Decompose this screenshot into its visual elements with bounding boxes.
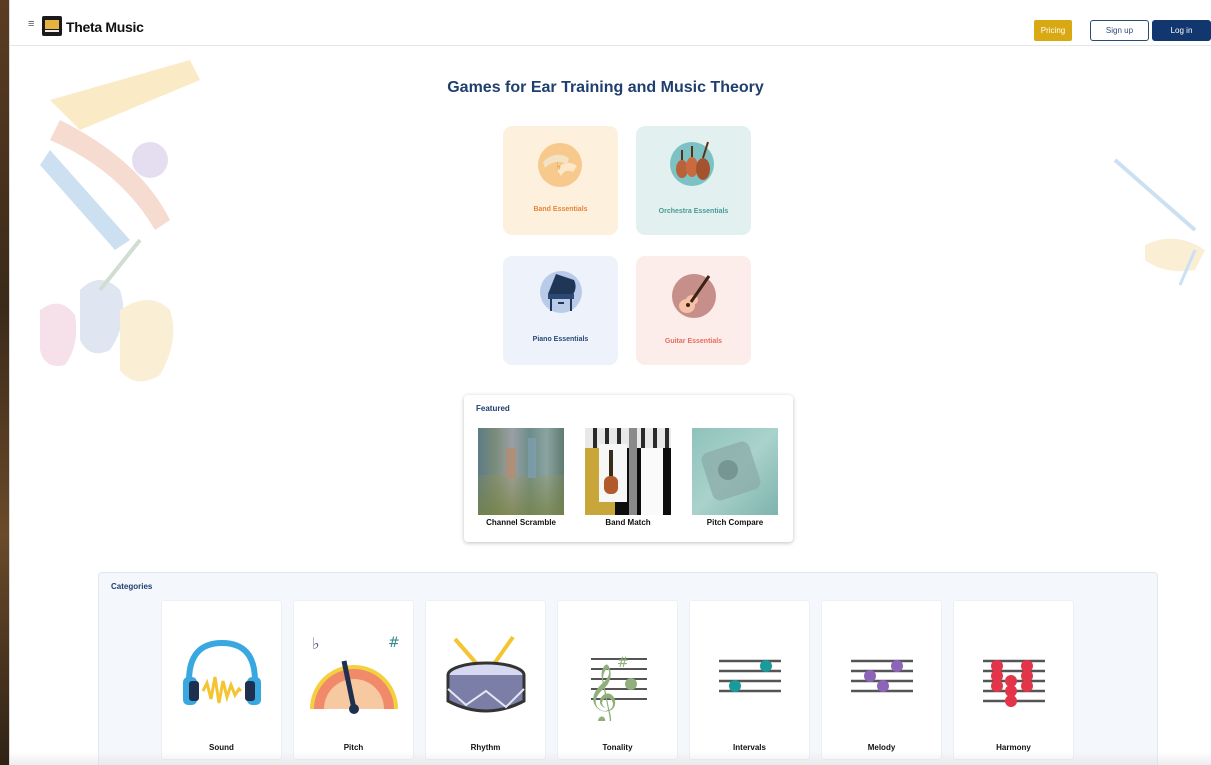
theta-music-logo-icon[interactable]	[42, 16, 62, 36]
band-match-thumbnail	[585, 428, 671, 515]
hamburger-menu-icon[interactable]: ≡	[28, 19, 36, 30]
channel-scramble-thumbnail	[478, 428, 564, 515]
categories-panel: Categories Sound ♭ # Pitch Rhythm 𝄞 # To…	[98, 572, 1158, 765]
band-essentials-card[interactable]: ♭ Band Essentials	[503, 126, 618, 235]
svg-text:#: #	[617, 655, 629, 671]
category-harmony[interactable]: Harmony	[953, 600, 1074, 760]
pitch-compare-thumbnail	[692, 428, 778, 515]
category-tonality[interactable]: 𝄞 # Tonality	[557, 600, 678, 760]
categories-title: Categories	[111, 582, 153, 591]
drum-icon	[446, 635, 526, 713]
guitar-essentials-card[interactable]: Guitar Essentials	[636, 256, 751, 365]
piano-essentials-label: Piano Essentials	[532, 336, 589, 343]
pitch-gauge-icon: ♭ #	[310, 634, 400, 714]
band-instruments-icon: ♭	[538, 143, 582, 187]
brand-name[interactable]: Theta Music	[66, 19, 144, 35]
background-instruments-right	[1113, 158, 1205, 286]
harmony-staff-icon	[983, 659, 1045, 707]
category-rhythm[interactable]: Rhythm	[425, 600, 546, 760]
category-sound-label: Sound	[209, 743, 234, 752]
category-harmony-label: Harmony	[996, 743, 1031, 752]
treble-clef-icon: 𝄞 #	[587, 655, 647, 721]
category-intervals-label: Intervals	[733, 743, 766, 752]
svg-text:#: #	[388, 635, 400, 651]
category-melody-label: Melody	[867, 743, 896, 752]
guitar-icon	[672, 274, 716, 318]
grand-piano-icon	[540, 271, 582, 313]
piano-essentials-card[interactable]: Piano Essentials	[503, 256, 618, 365]
sign-up-button[interactable]: Sign up	[1090, 20, 1149, 41]
orchestra-essentials-card[interactable]: Orchestra Essentials	[636, 126, 751, 235]
category-intervals[interactable]: Intervals	[689, 600, 810, 760]
category-rhythm-label: Rhythm	[470, 743, 501, 752]
category-pitch-label: Pitch	[343, 743, 364, 752]
band-essentials-label: Band Essentials	[533, 206, 588, 213]
intervals-staff-icon	[719, 659, 781, 693]
category-tonality-label: Tonality	[602, 743, 633, 752]
pitch-compare-label: Pitch Compare	[706, 518, 764, 527]
svg-text:♭: ♭	[312, 634, 320, 653]
featured-title: Featured	[476, 404, 510, 413]
category-sound[interactable]: Sound	[161, 600, 282, 760]
edge-divider	[9, 0, 10, 765]
featured-channel-scramble[interactable]: Channel Scramble	[478, 428, 564, 527]
svg-text:𝄞: 𝄞	[587, 664, 618, 721]
featured-pitch-compare[interactable]: Pitch Compare	[692, 428, 778, 527]
featured-band-match[interactable]: Band Match	[585, 428, 671, 527]
featured-panel: Featured Channel Scramble Band Match Pit…	[464, 395, 793, 542]
channel-scramble-label: Channel Scramble	[486, 518, 556, 527]
bottom-fade	[10, 752, 1211, 765]
pricing-button[interactable]: Pricing	[1034, 20, 1072, 41]
category-melody[interactable]: Melody	[821, 600, 942, 760]
band-match-label: Band Match	[605, 518, 651, 527]
log-in-button[interactable]: Log in	[1152, 20, 1211, 41]
left-window-edge	[0, 0, 9, 765]
top-navigation-bar: ≡ Theta Music Pricing Sign up Log in	[10, 0, 1211, 46]
melody-staff-icon	[851, 659, 913, 693]
svg-text:♭: ♭	[556, 160, 561, 173]
headphones-icon	[183, 639, 261, 705]
category-pitch[interactable]: ♭ # Pitch	[293, 600, 414, 760]
orchestra-essentials-label: Orchestra Essentials	[658, 208, 729, 215]
guitar-essentials-label: Guitar Essentials	[664, 338, 723, 345]
page-title: Games for Ear Training and Music Theory	[447, 79, 764, 96]
orchestra-strings-icon	[670, 141, 714, 186]
